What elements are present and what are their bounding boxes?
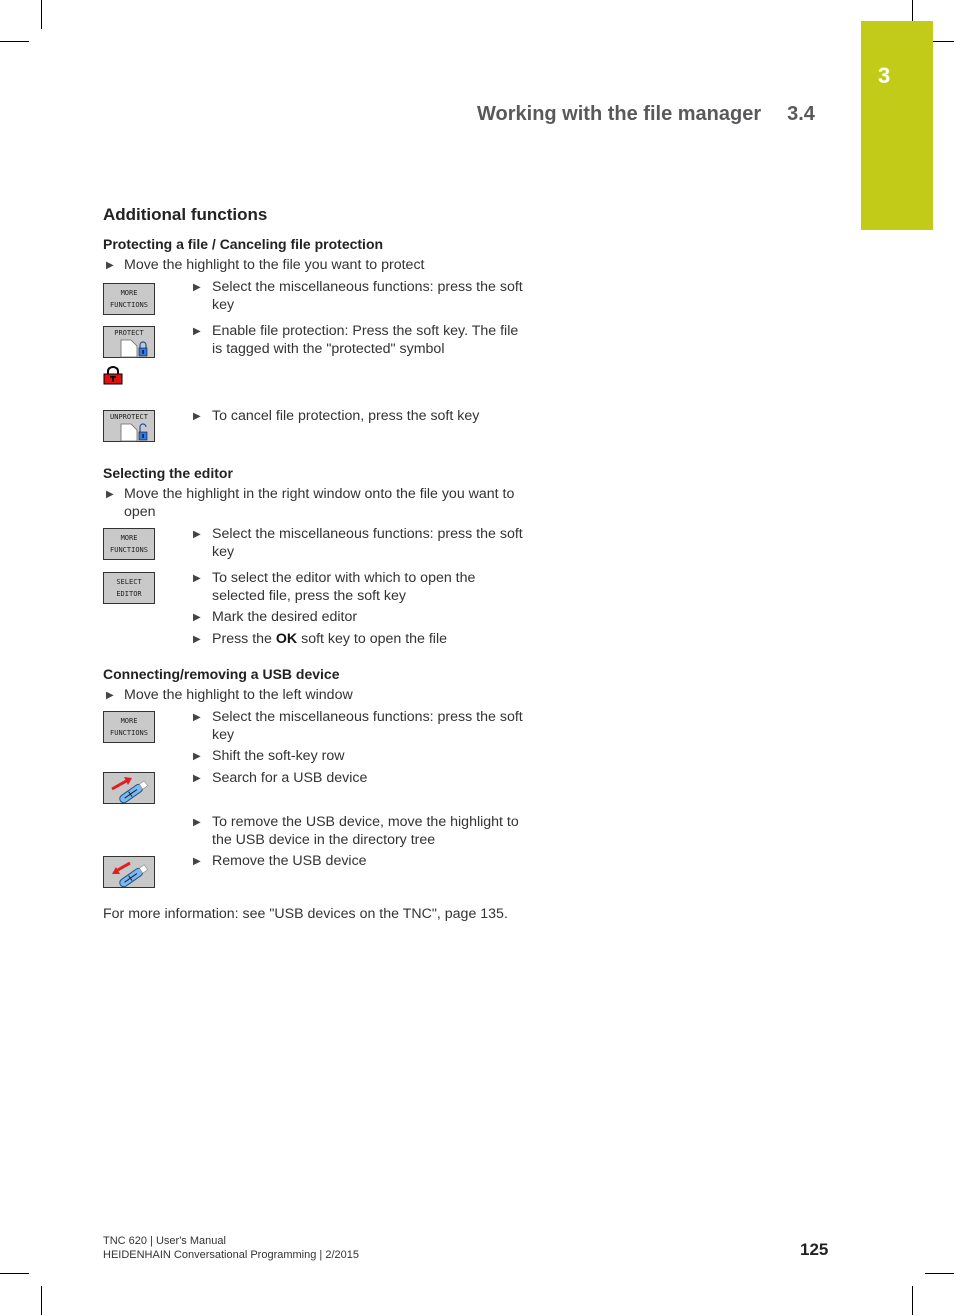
usb-remove-softkey[interactable] [103,856,155,888]
step-text: To remove the USB device, move the highl… [212,814,519,848]
unprotect-softkey[interactable]: UNPROTECT [103,410,155,442]
more-info-text[interactable]: For more information: see "USB devices o… [103,905,508,923]
step-text: Select the miscellaneous functions: pres… [212,279,523,313]
usb-connect-icon [111,777,149,804]
bullet-icon: ▶ [106,260,114,271]
crop-mark [912,0,913,21]
step-text: Move the highlight to the file you want … [124,257,425,273]
softkey-label: FUNCTIONS [110,546,148,554]
bullet-icon: ▶ [193,856,201,867]
select-editor-softkey[interactable]: SELECT EDITOR [103,572,155,604]
step-text: Move the highlight to the left window [124,687,353,703]
crop-mark [933,41,954,42]
section-title-protect: Protecting a file / Canceling file prote… [103,236,384,252]
step-text: To cancel file protection, press the sof… [212,408,480,424]
step-text: Press the OK soft key to open the file [212,631,448,647]
usb-remove-icon [112,861,149,888]
bullet-icon: ▶ [193,573,201,584]
footer-line-2: HEIDENHAIN Conversational Programming | … [103,1249,359,1261]
protect-softkey[interactable]: PROTECT [103,326,155,358]
softkey-label: MORE [120,289,138,297]
bullet-icon: ▶ [106,690,114,701]
softkey-label: FUNCTIONS [110,729,148,737]
protect-file-icon [120,339,148,358]
step-text: Enable file protection: Press the soft k… [212,323,519,357]
softkey-label: SELECT [116,578,142,586]
bullet-icon: ▶ [193,751,201,762]
bullet-icon: ▶ [193,282,201,293]
unprotect-file-icon [120,423,148,442]
chapter-number: 3 [878,63,891,88]
crop-mark [912,1286,913,1315]
crop-mark [41,0,42,29]
softkey-label: UNPROTECT [110,413,148,421]
step-text: Remove the USB device [212,853,367,869]
crop-mark [925,1273,954,1274]
bullet-icon: ▶ [193,326,201,337]
more-functions-softkey[interactable]: MORE FUNCTIONS [103,711,155,743]
bullet-icon: ▶ [193,529,201,540]
bullet-icon: ▶ [106,489,114,500]
ok-softkey-ref: OK [275,631,298,647]
running-head-title: Working with the file manager [477,103,762,125]
softkey-label: MORE [120,534,138,542]
softkey-label: MORE [120,717,138,725]
footer: TNC 620 | User's Manual HEIDENHAIN Conve… [103,1234,359,1262]
crop-mark [41,1286,42,1315]
step-text: Select the miscellaneous functions: pres… [212,709,523,743]
protected-padlock-icon [103,366,123,385]
step-text: Shift the soft-key row [212,748,345,764]
crop-mark [0,41,29,42]
running-head-section: 3.4 [787,103,815,125]
crop-mark [0,1273,29,1274]
more-functions-softkey[interactable]: MORE FUNCTIONS [103,528,155,560]
softkey-label: EDITOR [116,590,142,598]
step-text: Move the highlight in the right window o… [124,486,515,520]
section-title-usb: Connecting/removing a USB device [103,666,340,682]
step-text: Mark the desired editor [212,609,358,625]
page-heading: Additional functions [103,205,268,224]
bullet-icon: ▶ [193,712,201,723]
section-title-editor: Selecting the editor [103,465,233,481]
step-text: Select the miscellaneous functions: pres… [212,526,523,560]
bullet-icon: ▶ [193,612,201,623]
usb-connect-softkey[interactable] [103,772,155,804]
chapter-tab: 3 [861,21,933,230]
footer-line-1: TNC 620 | User's Manual [103,1235,226,1247]
step-text: To select the editor with which to open … [212,570,476,604]
bullet-icon: ▶ [193,634,201,645]
running-head: Working with the file manager 3.4 [477,103,815,126]
more-functions-softkey[interactable]: MORE FUNCTIONS [103,283,155,315]
bullet-icon: ▶ [193,411,201,422]
softkey-label: FUNCTIONS [110,301,148,309]
page-number: 125 [800,1240,829,1259]
softkey-label: PROTECT [114,329,144,337]
bullet-icon: ▶ [193,773,201,784]
step-text: Search for a USB device [212,770,368,786]
bullet-icon: ▶ [193,817,201,828]
